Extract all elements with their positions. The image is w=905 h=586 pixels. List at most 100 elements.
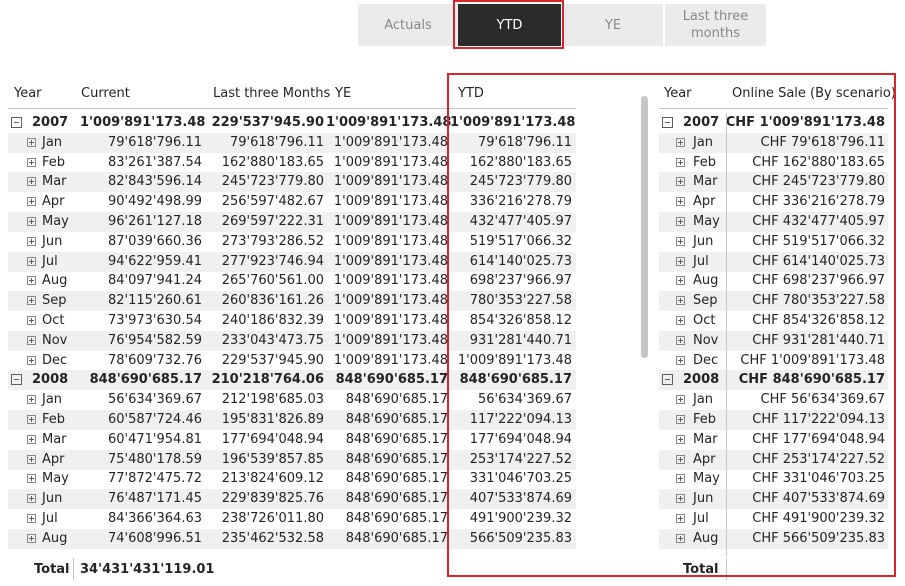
month-row: Dec CHF 1'009'891'173.48 [659,351,888,371]
expand-icon[interactable] [676,296,685,305]
expand-icon[interactable] [27,296,36,305]
expand-icon[interactable] [676,177,685,186]
expand-icon[interactable] [27,197,36,206]
row-label: May [693,214,720,229]
expand-icon[interactable] [27,455,36,464]
row-label: Aug [693,531,719,546]
current-value: 82'843'596.14 [108,174,202,189]
column-header-last-three-months[interactable]: Last three Months [213,86,330,101]
slicer-button-ye[interactable]: YE [563,4,663,46]
expand-icon[interactable] [676,435,685,444]
column-header-year[interactable]: Year [14,86,42,101]
expand-icon[interactable] [676,415,685,424]
expand-icon[interactable] [27,316,36,325]
slicer-button-actuals[interactable]: Actuals [358,4,458,46]
expand-icon[interactable] [676,237,685,246]
expand-icon[interactable] [27,435,36,444]
expand-icon[interactable] [676,395,685,404]
month-row: Nov CHF 931'281'440.71 [659,331,888,351]
collapse-icon[interactable] [11,374,22,385]
ytd-value: 1'009'891'173.48 [457,353,572,368]
month-row: Aug CHF 566'509'235.83 [659,529,888,549]
column-header-ye[interactable]: YE [335,86,351,101]
right-column-header-year[interactable]: Year [664,86,692,101]
collapse-icon[interactable] [662,374,673,385]
ytd-value: 854'326'858.12 [469,313,572,328]
row-label: 2008 [683,372,720,387]
row-label: Feb [693,155,717,170]
ytd-value: 407'533'874.69 [469,491,572,506]
collapse-icon[interactable] [11,117,22,128]
month-row: Oct CHF 854'326'858.12 [659,311,888,331]
expand-icon[interactable] [27,237,36,246]
right-column-header-online-sale[interactable]: Online Sale (By scenario) [732,86,896,101]
expand-icon[interactable] [676,534,685,543]
row-label: Mar [693,432,718,447]
expand-icon[interactable] [27,217,36,226]
ytd-value: 1'009'891'173.48 [450,115,576,130]
year-row: 2007 1'009'891'173.48 229'537'945.90 1'009'… [8,113,576,133]
online-sale-value: CHF 848'690'685.17 [738,372,885,387]
expand-icon[interactable] [27,257,36,266]
expand-icon[interactable] [27,138,36,147]
expand-icon[interactable] [27,415,36,424]
column-header-current[interactable]: Current [81,86,130,101]
vertical-scrollbar[interactable] [641,96,648,358]
expand-icon[interactable] [27,514,36,523]
expand-icon[interactable] [676,514,685,523]
current-value: 87'039'660.36 [108,234,202,249]
online-sale-value: CHF 407'533'874.69 [752,491,885,506]
month-row: Jul CHF 491'900'239.32 [659,509,888,529]
expand-icon[interactable] [676,316,685,325]
expand-icon[interactable] [27,336,36,345]
expand-icon[interactable] [27,494,36,503]
expand-icon[interactable] [676,474,685,483]
expand-icon[interactable] [676,217,685,226]
last-three-months-value: 256'597'482.67 [221,194,324,209]
expand-icon[interactable] [27,177,36,186]
row-label: Nov [693,333,719,348]
expand-icon[interactable] [27,534,36,543]
expand-icon[interactable] [676,494,685,503]
expand-icon[interactable] [27,158,36,167]
current-value: 94'622'959.41 [108,254,202,269]
row-label: Apr [42,194,65,209]
expand-icon[interactable] [676,356,685,365]
current-value: 82'115'260.61 [108,293,202,308]
total-current-value: 34'431'431'119.01 [80,562,215,577]
column-header-ytd[interactable]: YTD [458,86,484,101]
last-three-months-value: 177'694'048.94 [221,432,324,447]
month-row: Oct 73'973'630.54 240'186'832.39 1'009'891'… [8,311,576,331]
expand-icon[interactable] [27,276,36,285]
expand-icon[interactable] [27,474,36,483]
row-label: Mar [693,174,718,189]
row-label: Jan [42,392,63,407]
ye-value: 1'009'891'173.48 [333,353,448,368]
ye-value: 1'009'891'173.48 [326,115,452,130]
month-row: Apr CHF 336'216'278.79 [659,192,888,212]
row-label: Jan [693,135,714,150]
current-value: 96'261'127.18 [108,214,202,229]
expand-icon[interactable] [676,276,685,285]
expand-icon[interactable] [676,257,685,266]
month-row: Nov 76'954'582.59 233'043'473.75 1'009'891'… [8,331,576,351]
current-value: 84'366'364.63 [108,511,202,526]
expand-icon[interactable] [27,356,36,365]
ytd-value: 566'509'235.83 [469,531,572,546]
online-sale-value: CHF 614'140'025.73 [752,254,885,269]
current-value: 79'618'796.11 [108,135,202,150]
expand-icon[interactable] [676,455,685,464]
month-row: Sep 82'115'260.61 260'836'161.26 1'009'891'… [8,291,576,311]
expand-icon[interactable] [676,197,685,206]
expand-icon[interactable] [27,395,36,404]
expand-icon[interactable] [676,138,685,147]
month-row: Jun 76'487'171.45 229'839'825.76 848'690'68… [8,489,576,509]
expand-icon[interactable] [676,336,685,345]
expand-icon[interactable] [676,158,685,167]
slicer-button-last-three-months[interactable]: Last three months [665,4,766,46]
collapse-icon[interactable] [662,117,673,128]
current-value: 74'608'996.51 [108,531,202,546]
ytd-value: 780'353'227.58 [469,293,572,308]
month-row: Jan CHF 56'634'369.67 [659,390,888,410]
year-row: 2007 CHF 1'009'891'173.48 [659,113,888,133]
